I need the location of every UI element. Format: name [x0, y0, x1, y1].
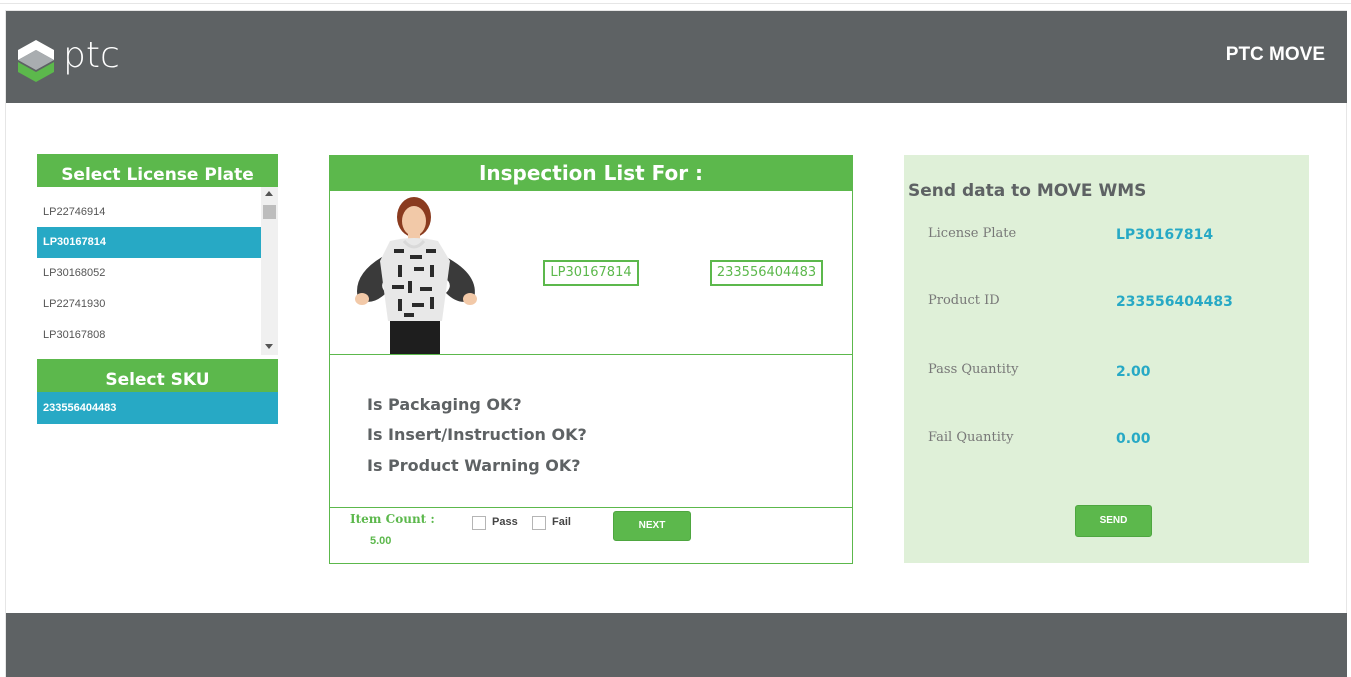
- pass-quantity-value: 2.00: [1116, 364, 1151, 380]
- license-plate-item[interactable]: LP22741930: [37, 289, 261, 320]
- item-count-value: 5.00: [370, 535, 392, 547]
- license-plate-item[interactable]: LP30167808: [37, 320, 261, 351]
- ptc-logo-text: ptc: [63, 35, 120, 76]
- app-title: PTC MOVE: [1225, 44, 1325, 65]
- license-plate-header: Select License Plate: [37, 154, 278, 187]
- pass-label: Pass: [492, 516, 518, 528]
- product-id-label: Product ID: [928, 293, 1000, 308]
- license-plate-label: License Plate: [928, 226, 1017, 241]
- pass-quantity-label: Pass Quantity: [928, 362, 1019, 377]
- fail-quantity-value: 0.00: [1116, 431, 1151, 447]
- sku-header: Select SKU: [37, 359, 278, 392]
- license-plate-item[interactable]: LP30168052: [37, 258, 261, 289]
- product-id-value: 233556404483: [1116, 294, 1233, 310]
- inspection-license-plate: LP30167814: [543, 260, 639, 286]
- app-header: ptc PTC MOVE: [6, 11, 1347, 103]
- question-insert-instruction: Is Insert/Instruction OK?: [367, 425, 587, 444]
- ptc-logo-icon: [18, 40, 54, 82]
- pass-checkbox[interactable]: [472, 516, 486, 530]
- inspection-product-box: LP30167814 233556404483: [329, 191, 853, 355]
- item-count-label: Item Count :: [350, 512, 435, 526]
- app-footer: [6, 613, 1347, 677]
- next-button[interactable]: NEXT: [613, 511, 691, 541]
- send-panel-title: Send data to MOVE WMS: [908, 181, 1147, 201]
- inspection-header: Inspection List For :: [329, 155, 853, 191]
- inspection-product-id: 233556404483: [710, 260, 823, 286]
- license-plate-item-selected[interactable]: LP30167814: [37, 227, 261, 258]
- product-model-image: [355, 197, 477, 355]
- license-plate-value: LP30167814: [1116, 227, 1214, 243]
- inspection-questions: Is Packaging OK? Is Insert/Instruction O…: [329, 354, 853, 508]
- scroll-thumb[interactable]: [263, 205, 276, 219]
- license-plate-item[interactable]: LP22746914: [37, 197, 261, 228]
- fail-quantity-label: Fail Quantity: [928, 430, 1014, 445]
- question-product-warning: Is Product Warning OK?: [367, 456, 581, 475]
- scroll-up-arrow-icon[interactable]: [265, 191, 273, 196]
- fail-checkbox[interactable]: [532, 516, 546, 530]
- send-button[interactable]: SEND: [1075, 505, 1152, 537]
- fail-label: Fail: [552, 516, 571, 528]
- sku-item-selected[interactable]: 233556404483: [37, 392, 278, 424]
- top-border: [0, 0, 1351, 4]
- scroll-down-arrow-icon[interactable]: [265, 344, 273, 349]
- inspection-controls: Item Count : 5.00 Pass Fail NEXT: [329, 507, 853, 564]
- send-data-panel: Send data to MOVE WMS License Plate LP30…: [904, 155, 1309, 563]
- license-plate-list[interactable]: LP22746914 LP30167814 LP30168052 LP22741…: [37, 187, 278, 355]
- question-packaging: Is Packaging OK?: [367, 395, 522, 414]
- license-plate-scrollbar[interactable]: [261, 187, 278, 355]
